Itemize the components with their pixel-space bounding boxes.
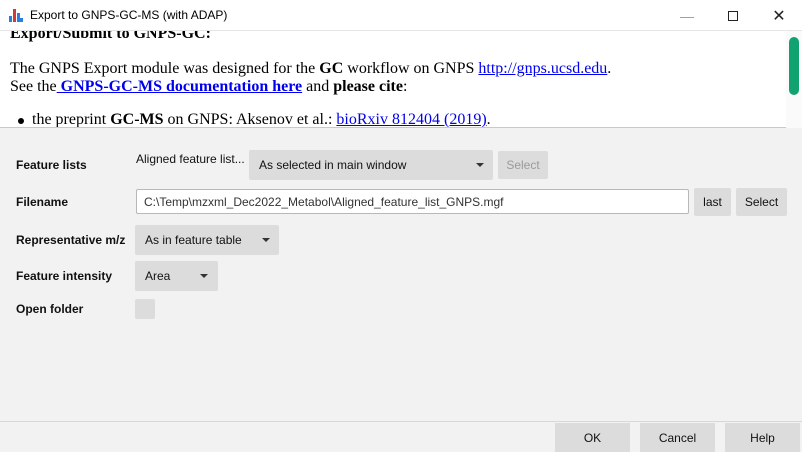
chevron-down-icon [476, 163, 484, 167]
feature-lists-select-button[interactable]: Select [498, 151, 548, 179]
feature-lists-label: Feature lists [16, 158, 87, 172]
chart-app-icon [9, 8, 23, 22]
representative-mz-select-value: As in feature table [145, 233, 242, 247]
representative-mz-select[interactable]: As in feature table [135, 225, 279, 255]
open-folder-label: Open folder [16, 302, 84, 316]
help-scrollbar-thumb[interactable] [789, 37, 799, 95]
dialog-footer: OK Cancel Help [0, 421, 802, 452]
filename-last-button[interactable]: last [694, 188, 731, 216]
help-citation-bullet: the preprint GC-MS on GNPS: Aksenov et a… [18, 111, 491, 128]
help-text-bold: GC [319, 60, 344, 77]
help-text: : [402, 78, 408, 95]
help-docs-line: See the GNPS-GC-MS documentation here an… [10, 78, 407, 96]
help-text-bold: please cite [333, 78, 403, 95]
cancel-button[interactable]: Cancel [640, 423, 715, 452]
feature-intensity-select[interactable]: Area [135, 261, 218, 291]
help-text: . [607, 60, 612, 77]
help-text: See the [10, 78, 57, 95]
window-title: Export to GNPS-GC-MS (with ADAP) [30, 8, 228, 22]
help-button[interactable]: Help [725, 423, 800, 452]
title-bar: Export to GNPS-GC-MS (with ADAP) — ✕ [0, 0, 802, 31]
help-text-bold: GC-MS [110, 111, 164, 128]
representative-mz-label: Representative m/z [16, 233, 126, 247]
filename-select-button[interactable]: Select [736, 188, 787, 216]
gnps-link[interactable]: http://gnps.ucsd.edu [478, 60, 607, 77]
open-folder-checkbox[interactable] [135, 299, 155, 319]
filename-input[interactable]: C:\Temp\mzxml_Dec2022_Metabol\Aligned_fe… [136, 189, 689, 214]
filename-input-value: C:\Temp\mzxml_Dec2022_Metabol\Aligned_fe… [144, 195, 504, 209]
maximize-button[interactable] [710, 0, 756, 31]
help-text: workflow on GNPS [343, 60, 479, 77]
feature-intensity-select-value: Area [145, 269, 171, 283]
help-text: and [302, 78, 334, 95]
help-text: . [486, 111, 491, 128]
help-heading: Export/Submit to GNPS-GC: [10, 31, 211, 42]
feature-lists-select[interactable]: As selected in main window [249, 150, 493, 180]
feature-lists-select-value: As selected in main window [259, 158, 407, 172]
minimize-button[interactable]: — [664, 0, 710, 31]
chevron-down-icon [200, 274, 208, 278]
filename-label: Filename [16, 195, 69, 209]
help-text: the preprint [32, 111, 111, 128]
feature-intensity-label: Feature intensity [16, 269, 113, 283]
biorxiv-link[interactable]: bioRxiv 812404 (2019) [336, 111, 486, 127]
maximize-icon [728, 10, 738, 21]
chevron-down-icon [262, 238, 270, 242]
help-intro-line: The GNPS Export module was designed for … [10, 60, 611, 78]
close-button[interactable]: ✕ [756, 0, 802, 31]
help-text: on GNPS: Aksenov et al.: [163, 111, 337, 128]
documentation-link[interactable]: GNPS-GC-MS documentation here [57, 78, 302, 95]
help-text: The GNPS Export module was designed for … [10, 60, 320, 77]
feature-lists-current: Aligned feature list... [136, 152, 245, 166]
ok-button[interactable]: OK [555, 423, 630, 452]
help-pane: Export/Submit to GNPS-GC: The GNPS Expor… [0, 31, 802, 128]
